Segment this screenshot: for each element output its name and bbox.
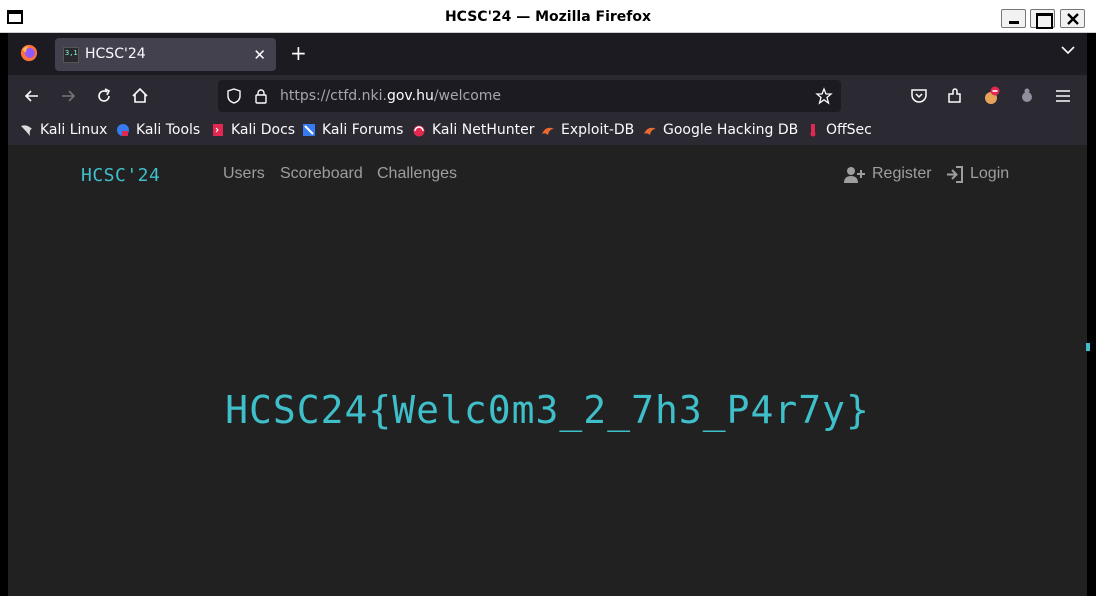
window-title: HCSC'24 — Mozilla Firefox	[444, 9, 652, 25]
bookmark-label: Kali NetHunter	[432, 122, 535, 138]
offsec-icon	[810, 124, 816, 137]
window-border-left	[0, 33, 8, 596]
pocket-icon[interactable]	[909, 86, 929, 106]
window-border-right	[1087, 33, 1096, 596]
login-label: Login	[970, 165, 1010, 182]
bookmark-kali-docs[interactable]: Kali Docs	[211, 122, 295, 138]
list-all-tabs-chevron-icon[interactable]	[1061, 45, 1075, 55]
addon-bug-icon[interactable]	[1017, 86, 1037, 106]
site-brand-logo[interactable]: HCSC'24	[81, 165, 160, 186]
bookmarks-toolbar: Kali Linux Kali Tools Kali Docs Kali For…	[8, 117, 1087, 145]
nav-users[interactable]: Users	[223, 165, 265, 183]
tracking-protection-shield-icon[interactable]	[226, 88, 242, 104]
extension-addon-icon[interactable]	[981, 86, 1001, 106]
url-text[interactable]: https://ctfd.nki.gov.hu/welcome	[280, 88, 501, 104]
bookmark-exploit-db[interactable]: Exploit-DB	[541, 122, 634, 138]
firefox-view-icon[interactable]	[20, 44, 38, 62]
home-icon[interactable]	[130, 86, 150, 106]
close-icon	[1067, 13, 1079, 25]
url-host: gov.hu	[386, 88, 434, 104]
register-label: Register	[872, 165, 932, 182]
login-link[interactable]: Login	[946, 165, 1009, 183]
reload-icon[interactable]	[94, 86, 114, 106]
bookmark-kali-linux[interactable]: Kali Linux	[20, 122, 107, 138]
bookmark-kali-tools[interactable]: Kali Tools	[116, 122, 200, 138]
kali-docs-icon	[213, 124, 223, 136]
bookmark-label: Kali Forums	[322, 122, 404, 138]
kali-forums-icon	[303, 124, 315, 136]
bookmark-kali-nethunter[interactable]: Kali NetHunter	[412, 122, 534, 138]
close-window-button[interactable]	[1060, 9, 1085, 28]
kali-dragon-icon	[21, 125, 32, 136]
site-favicon-icon	[63, 47, 79, 63]
bookmark-label: Kali Tools	[136, 122, 201, 138]
url-bar[interactable]: https://ctfd.nki.gov.hu/welcome	[218, 80, 841, 112]
window-titlebar: HCSC'24 — Mozilla Firefox	[0, 0, 1096, 33]
extensions-puzzle-icon[interactable]	[945, 86, 965, 106]
bookmark-label: Kali Linux	[40, 122, 108, 138]
exploit-db-icon	[542, 127, 554, 135]
forward-arrow-icon[interactable]	[58, 86, 78, 106]
bookmark-star-icon[interactable]	[815, 87, 833, 105]
ghdb-icon	[644, 127, 656, 135]
hamburger-menu-icon[interactable]	[1053, 86, 1073, 106]
url-prefix: https://ctfd.nki.	[280, 88, 387, 104]
tab-hcsc[interactable]: HCSC'24 ✕	[55, 38, 276, 71]
tab-bar: HCSC'24 ✕ +	[8, 33, 1087, 75]
tab-title: HCSC'24	[85, 46, 146, 62]
scroll-edge-marker	[1086, 343, 1090, 351]
page-content: HCSC'24 Users Scoreboard Challenges Regi…	[8, 145, 1090, 596]
sign-in-icon	[947, 165, 963, 183]
navigation-toolbar: https://ctfd.nki.gov.hu/welcome	[8, 75, 1087, 117]
register-link[interactable]: Register	[844, 165, 932, 183]
back-arrow-icon[interactable]	[22, 86, 42, 106]
lock-icon[interactable]	[254, 88, 268, 104]
new-tab-plus-icon[interactable]: +	[290, 41, 307, 65]
welcome-flag-text: HCSC24{Welc0m3_2_7h3_P4r7y}	[225, 388, 870, 432]
nav-scoreboard[interactable]: Scoreboard	[280, 165, 363, 183]
bookmark-label: Kali Docs	[231, 122, 296, 138]
minimize-button[interactable]	[1001, 9, 1026, 28]
maximize-button[interactable]	[1030, 9, 1055, 29]
user-plus-icon	[844, 166, 865, 183]
bookmark-label: Google Hacking DB	[663, 122, 799, 138]
nav-challenges[interactable]: Challenges	[377, 165, 457, 183]
url-path: /welcome	[433, 88, 502, 104]
kali-tools-icon	[117, 124, 129, 136]
bookmark-label: Exploit-DB	[561, 122, 635, 138]
nethunter-icon	[413, 125, 425, 137]
bookmark-google-hacking-db[interactable]: Google Hacking DB	[643, 122, 798, 138]
bookmark-offsec[interactable]: OffSec	[806, 122, 872, 138]
tab-close-icon[interactable]: ✕	[253, 46, 266, 64]
bookmark-kali-forums[interactable]: Kali Forums	[302, 122, 403, 138]
bookmark-label: OffSec	[826, 122, 872, 138]
